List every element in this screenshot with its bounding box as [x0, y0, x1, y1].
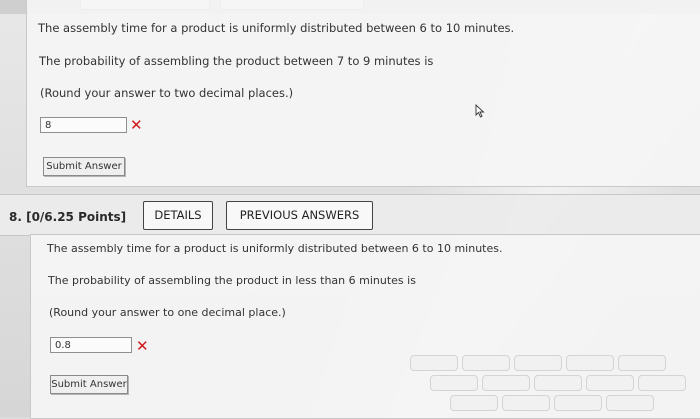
keyboard-reflection	[370, 347, 700, 417]
q7-question: The probability of assembling the produc…	[39, 54, 434, 68]
q8-number-label: 8. [0/6.25 Points]	[9, 210, 127, 224]
q8-submit-button[interactable]: Submit Answer	[50, 375, 128, 394]
previous-answers-button[interactable]: PREVIOUS ANSWERS	[226, 201, 373, 230]
x-mark-icon: ✕	[130, 116, 143, 134]
q8-answer-input[interactable]: 0.8	[50, 337, 132, 353]
q8-question: The probability of assembling the produc…	[48, 274, 416, 287]
q7-submit-button[interactable]: Submit Answer	[43, 157, 125, 176]
details-button[interactable]: DETAILS	[143, 201, 213, 230]
mouse-cursor-icon	[475, 104, 485, 118]
q7-instruction: (Round your answer to two decimal places…	[40, 86, 294, 100]
q8-statement: The assembly time for a product is unifo…	[47, 242, 503, 255]
q7-answer-input[interactable]: 8	[40, 117, 127, 133]
q7-statement: The assembly time for a product is unifo…	[38, 21, 515, 35]
x-mark-icon: ✕	[136, 337, 149, 355]
q8-instruction: (Round your answer to one decimal place.…	[49, 306, 286, 319]
